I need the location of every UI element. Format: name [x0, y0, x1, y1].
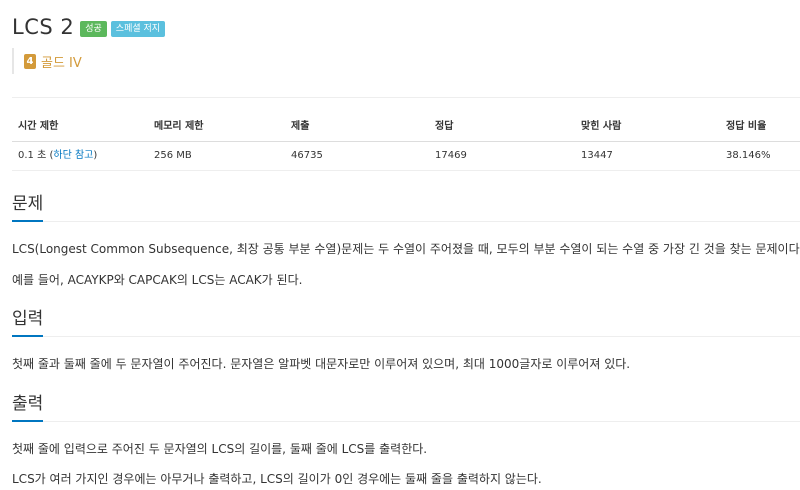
- problem-title: LCS 2: [12, 15, 75, 39]
- tier-box: 4 골드 IV: [12, 48, 82, 74]
- problem-section-heading: 문제: [12, 189, 800, 222]
- stats-header-row: 시간 제한 메모리 제한 제출 정답 맞힌 사람 정답 비율: [12, 113, 800, 142]
- header-submissions: 제출: [291, 121, 310, 132]
- input-section-heading: 입력: [12, 304, 800, 337]
- tier-label[interactable]: 골드 IV: [41, 52, 82, 71]
- solvers-value: 13447: [581, 150, 613, 161]
- success-badge: 성공: [80, 21, 107, 37]
- header-accepted: 정답: [435, 121, 454, 132]
- memory-value: 256 MB: [154, 150, 192, 161]
- output-section-heading: 출력: [12, 389, 800, 422]
- time-limit-value: 0.1 초 (하단 참고): [18, 142, 97, 170]
- tier-icon: 4: [24, 53, 36, 69]
- header-ratio: 정답 비율: [726, 121, 767, 132]
- header-memory-limit: 메모리 제한: [154, 121, 204, 132]
- stats-value-row: 0.1 초 (하단 참고) 256 MB 46735 17469 13447 3…: [12, 142, 800, 171]
- title-row: LCS 2 성공 스페셜 저지: [12, 14, 166, 40]
- problem-heading: 문제: [12, 189, 44, 222]
- problem-paragraph: LCS(Longest Common Subsequence, 최장 공통 부분…: [12, 242, 800, 256]
- output-paragraph: LCS가 여러 가지인 경우에는 아무거나 출력하고, LCS의 길이가 0인 …: [12, 472, 542, 486]
- header-solvers: 맞힌 사람: [581, 121, 622, 132]
- special-judge-badge: 스페셜 저지: [110, 21, 166, 37]
- ratio-value: 38.146%: [726, 150, 771, 161]
- time-limit-text: 0.1 초 (: [18, 150, 54, 161]
- input-heading: 입력: [12, 304, 44, 337]
- stats-table: 시간 제한 메모리 제한 제출 정답 맞힌 사람 정답 비율 0.1 초 (하단…: [12, 113, 800, 171]
- problem-paragraph: 예를 들어, ACAYKP와 CAPCAK의 LCS는 ACAK가 된다.: [12, 273, 303, 287]
- accepted-value: 17469: [435, 150, 467, 161]
- submissions-value: 46735: [291, 150, 323, 161]
- header-time-limit: 시간 제한: [18, 121, 59, 132]
- time-limit-note-link[interactable]: 하단 참고: [53, 150, 93, 161]
- time-limit-close: ): [93, 150, 98, 161]
- problem-page: LCS 2 성공 스페셜 저지 4 골드 IV 시간 제한 메모리 제한 제출 …: [0, 0, 800, 490]
- input-paragraph: 첫째 줄과 둘째 줄에 두 문자열이 주어진다. 문자열은 알파벳 대문자로만 …: [12, 357, 631, 371]
- output-heading: 출력: [12, 389, 44, 422]
- divider: [12, 97, 800, 98]
- output-paragraph: 첫째 줄에 입력으로 주어진 두 문자열의 LCS의 길이를, 둘째 줄에 LC…: [12, 442, 428, 456]
